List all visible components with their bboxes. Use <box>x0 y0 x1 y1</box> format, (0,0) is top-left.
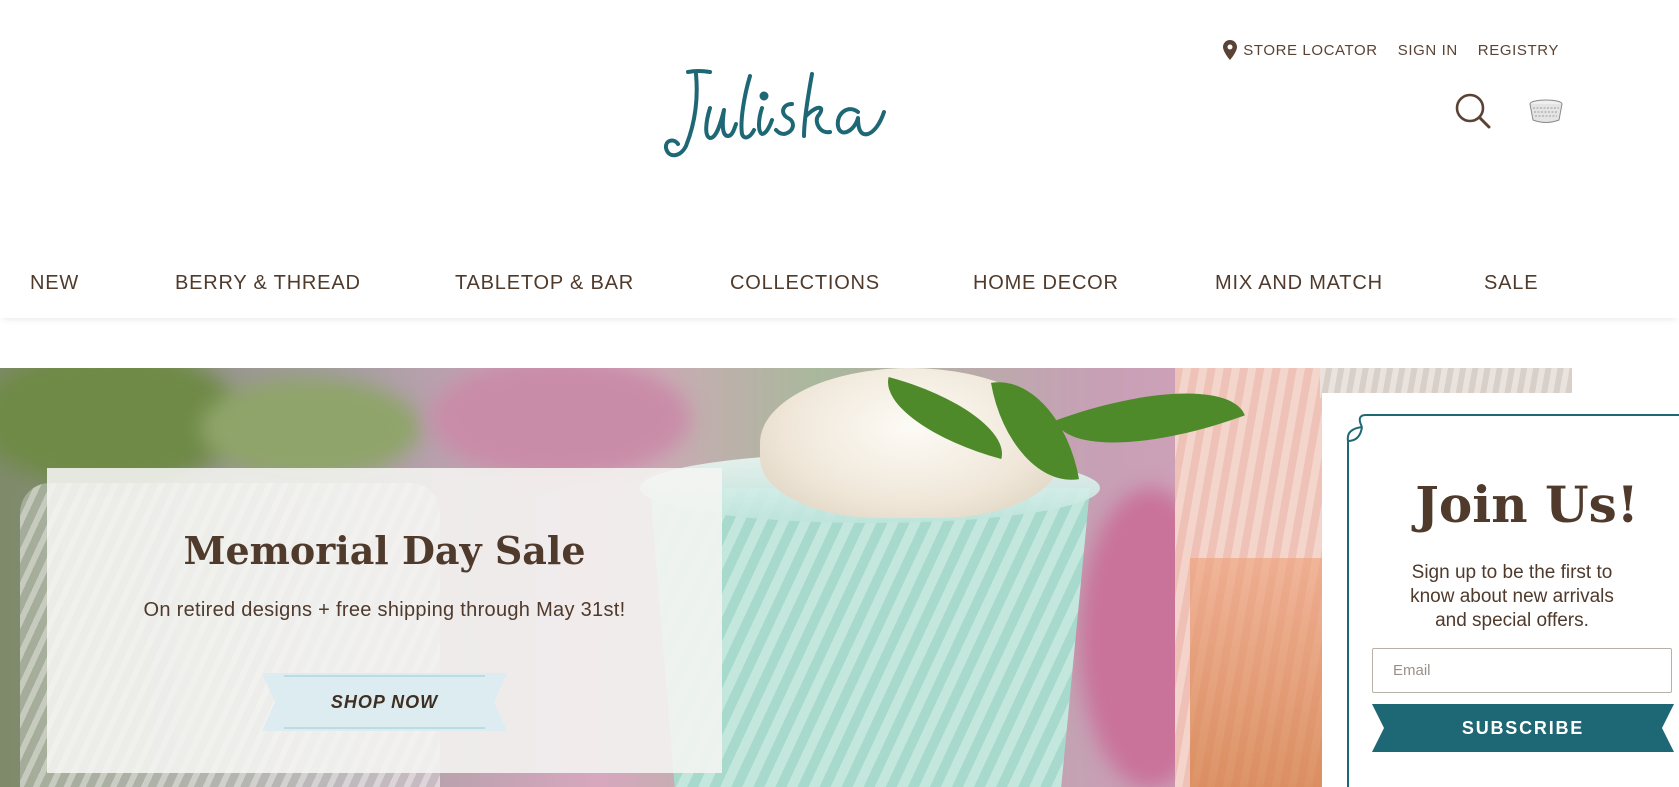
email-input[interactable] <box>1372 648 1672 693</box>
subscribe-button[interactable]: SUBSCRIBE <box>1372 704 1674 752</box>
nav-item-home-decor[interactable]: HOME DECOR <box>973 272 1119 295</box>
utility-nav: STORE LOCATOR SIGN IN REGISTRY <box>1223 40 1559 60</box>
shop-now-label: SHOP NOW <box>330 691 439 712</box>
header-icons <box>1454 92 1564 130</box>
promo-card: Memorial Day Sale On retired designs + f… <box>47 468 722 773</box>
site-header: STORE LOCATOR SIGN IN REGISTRY NEW BERRY… <box>0 0 1679 318</box>
nav-item-collections[interactable]: COLLECTIONS <box>730 272 880 295</box>
subscribe-label: SUBSCRIBE <box>1461 717 1585 738</box>
nav-item-tabletop-bar[interactable]: TABLETOP & BAR <box>455 272 634 295</box>
cart-basket-icon[interactable] <box>1528 98 1564 124</box>
promo-subtitle: On retired designs + free shipping throu… <box>143 599 626 621</box>
promo-title: Memorial Day Sale <box>183 528 586 573</box>
join-title: Join Us! <box>1415 475 1639 534</box>
nav-item-mix-and-match[interactable]: MIX AND MATCH <box>1215 272 1383 295</box>
main-nav: NEW BERRY & THREAD TABLETOP & BAR COLLEC… <box>0 262 1679 318</box>
map-pin-icon <box>1223 40 1238 60</box>
flower-blob <box>430 368 690 478</box>
shop-now-button[interactable]: SHOP NOW <box>262 673 507 731</box>
nav-item-sale[interactable]: SALE <box>1484 272 1538 295</box>
sign-in-link[interactable]: SIGN IN <box>1398 42 1458 59</box>
join-subtitle: Sign up to be the first to know about ne… <box>1410 562 1614 631</box>
glass-pink-drink <box>1190 558 1340 787</box>
search-icon[interactable] <box>1454 92 1492 130</box>
nav-item-berry-thread[interactable]: BERRY & THREAD <box>175 272 361 295</box>
store-locator-label: STORE LOCATOR <box>1243 41 1378 59</box>
foliage-blob <box>200 378 420 478</box>
store-locator-link[interactable]: STORE LOCATOR <box>1223 40 1378 60</box>
registry-link[interactable]: REGISTRY <box>1478 42 1559 59</box>
nav-item-new[interactable]: NEW <box>30 272 79 295</box>
juliska-logo[interactable] <box>658 66 908 166</box>
newsletter-popup: Join Us! Sign up to be the first to know… <box>1322 393 1679 787</box>
